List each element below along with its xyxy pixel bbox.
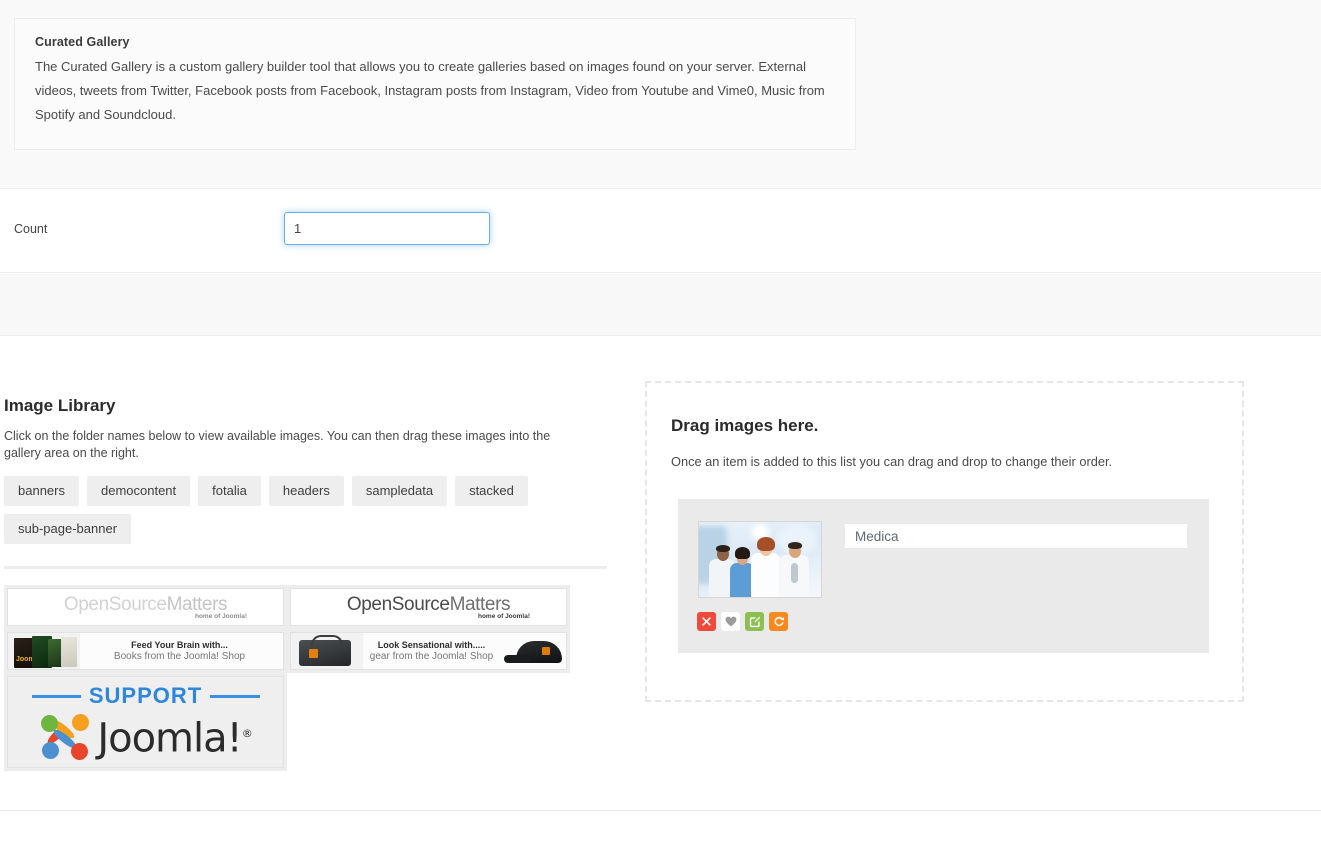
joomla-logo-icon xyxy=(39,711,91,761)
cap-artwork xyxy=(504,633,566,669)
close-icon xyxy=(702,617,711,626)
osm-dark-wordmark: OpenSourceMatters xyxy=(346,593,511,615)
osm-dark-word2: Matters xyxy=(449,593,511,615)
thumbnail-cell: OpenSourceMatters home of Joomla! xyxy=(287,585,570,629)
edit-button[interactable] xyxy=(745,612,764,631)
description-title: Curated Gallery xyxy=(35,35,130,49)
count-band: Count xyxy=(0,189,1321,273)
drop-zone-subtitle: Once an item is added to this list you c… xyxy=(671,454,1113,469)
osm-dark-tagline: home of Joomla! xyxy=(477,612,530,620)
rule-left-decoration xyxy=(31,694,81,698)
redo-icon xyxy=(774,616,784,626)
thumbnail-support-joomla-banner[interactable]: SUPPORT Joomla!® xyxy=(7,676,284,768)
thumbnail-cell: Joomla! Feed Your Brain with... Books fr… xyxy=(4,629,287,673)
folder-tag-fotalia[interactable]: fotalia xyxy=(198,476,261,506)
spacer-band xyxy=(0,274,1321,336)
joomla-logo-row: Joomla!® xyxy=(39,711,253,762)
thumbnail-joomla-books-banner[interactable]: Joomla! Feed Your Brain with... Books fr… xyxy=(7,632,284,670)
books-copy: Feed Your Brain with... Books from the J… xyxy=(80,633,283,669)
thumbnail-joomla-gear-banner[interactable]: Look Sensational with..... gear from the… xyxy=(290,632,567,670)
pencil-square-icon xyxy=(749,616,760,627)
gallery-item-card[interactable] xyxy=(678,499,1209,653)
folder-tag-democontent[interactable]: democontent xyxy=(86,476,191,506)
folder-tag-banners[interactable]: banners xyxy=(4,476,79,506)
joomla-wordmark: Joomla!® xyxy=(97,712,253,762)
image-library-help-text: Click on the folder names below to view … xyxy=(4,429,551,460)
baseball-cap-icon xyxy=(504,641,562,663)
books-headline: Feed Your Brain with... xyxy=(131,639,228,650)
thumbnail-grid: OpenSourceMatters home of Joomla! OpenSo… xyxy=(4,585,570,771)
library-divider xyxy=(4,566,607,569)
messenger-bag-icon xyxy=(299,635,351,666)
folder-tag-stacked[interactable]: stacked xyxy=(455,476,528,506)
registered-mark: ® xyxy=(241,726,253,740)
osm-light-word1: OpenSource xyxy=(63,593,167,615)
books-subline: Books from the Joomla! Shop xyxy=(113,650,246,662)
description-body: The Curated Gallery is a custom gallery … xyxy=(35,59,825,122)
support-headline-row: SUPPORT xyxy=(31,683,260,709)
gallery-item-actions xyxy=(697,612,788,631)
image-library-title: Image Library xyxy=(4,396,116,415)
curated-gallery-description-box: Curated Gallery The Curated Gallery is a… xyxy=(14,18,856,150)
image-library-panel: Image Library Click on the folder names … xyxy=(4,396,614,771)
gear-subline: gear from the Joomla! Shop xyxy=(369,650,494,662)
folder-tag-list: banners democontent fotalia headers samp… xyxy=(4,476,604,544)
osm-light-wordmark: OpenSourceMatters xyxy=(63,593,228,615)
gear-copy: Look Sensational with..... gear from the… xyxy=(363,633,504,669)
thumbnail-cell: SUPPORT Joomla!® xyxy=(4,673,287,771)
medical-team-photo xyxy=(699,522,821,597)
folder-tag-sampledata[interactable]: sampledata xyxy=(351,476,448,506)
folder-tag-sub-page-banner[interactable]: sub-page-banner xyxy=(4,514,132,544)
heart-icon xyxy=(725,616,736,627)
book-icon xyxy=(61,637,77,667)
thumbnail-osm-banner-light[interactable]: OpenSourceMatters home of Joomla! xyxy=(7,588,284,626)
gallery-item-thumbnail[interactable] xyxy=(698,521,822,598)
osm-dark-word1: OpenSource xyxy=(346,593,450,615)
osm-light-tagline: home of Joomla! xyxy=(194,612,247,620)
count-label: Count xyxy=(14,222,48,236)
joomla-wordmark-text: Joomla! xyxy=(97,715,242,762)
folder-tag-headers[interactable]: headers xyxy=(268,476,344,506)
drop-zone-title: Drag images here. xyxy=(671,416,819,435)
rule-right-decoration xyxy=(210,694,260,698)
main-content: Image Library Click on the folder names … xyxy=(0,336,1321,844)
bag-artwork xyxy=(291,633,363,669)
curated-gallery-page: Curated Gallery The Curated Gallery is a… xyxy=(0,0,1321,844)
delete-button[interactable] xyxy=(697,612,716,631)
favorite-button[interactable] xyxy=(721,612,740,631)
count-input[interactable] xyxy=(284,212,490,245)
gallery-item-title-input[interactable] xyxy=(845,524,1187,548)
support-word: SUPPORT xyxy=(88,683,203,708)
description-band: Curated Gallery The Curated Gallery is a… xyxy=(0,0,1321,189)
thumbnail-osm-banner-dark[interactable]: OpenSourceMatters home of Joomla! xyxy=(290,588,567,626)
gallery-drop-zone[interactable]: Drag images here. Once an item is added … xyxy=(645,381,1244,702)
gear-headline: Look Sensational with..... xyxy=(377,639,486,650)
osm-light-word2: Matters xyxy=(166,593,228,615)
thumbnail-cell: Look Sensational with..... gear from the… xyxy=(287,629,570,673)
reload-button[interactable] xyxy=(769,612,788,631)
thumbnail-cell: OpenSourceMatters home of Joomla! xyxy=(4,585,287,629)
bottom-divider xyxy=(0,810,1321,811)
books-artwork: Joomla! xyxy=(8,633,80,669)
